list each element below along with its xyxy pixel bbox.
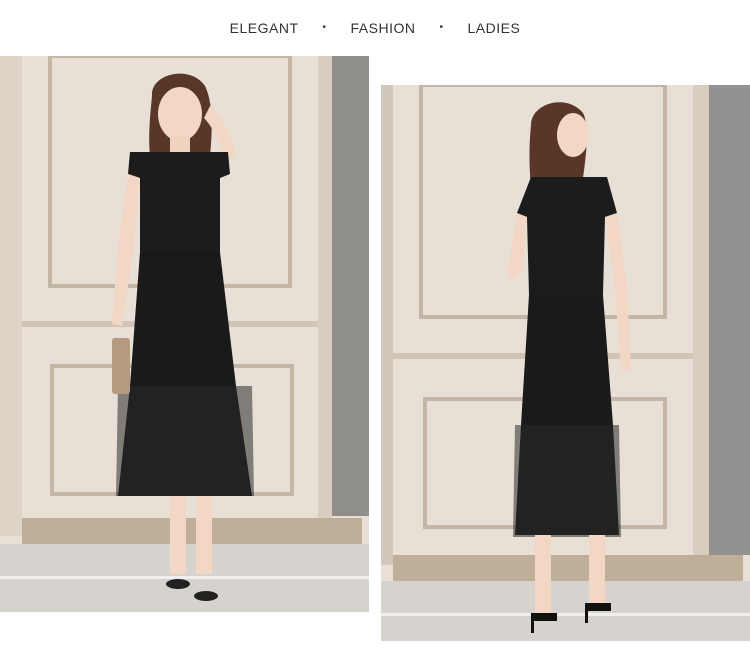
model-back-image bbox=[381, 85, 750, 641]
tagline-separator: • bbox=[439, 22, 444, 33]
header-tagline: ELEGANT • FASHION • LADIES bbox=[0, 0, 750, 56]
tagline-word-elegant: ELEGANT bbox=[229, 20, 299, 36]
tagline-word-fashion: FASHION bbox=[350, 20, 416, 36]
product-photo-front bbox=[0, 56, 369, 612]
tagline-separator: • bbox=[322, 22, 327, 33]
product-photo-back bbox=[381, 85, 750, 641]
tagline-word-ladies: LADIES bbox=[467, 20, 521, 36]
model-front-image bbox=[0, 56, 369, 612]
